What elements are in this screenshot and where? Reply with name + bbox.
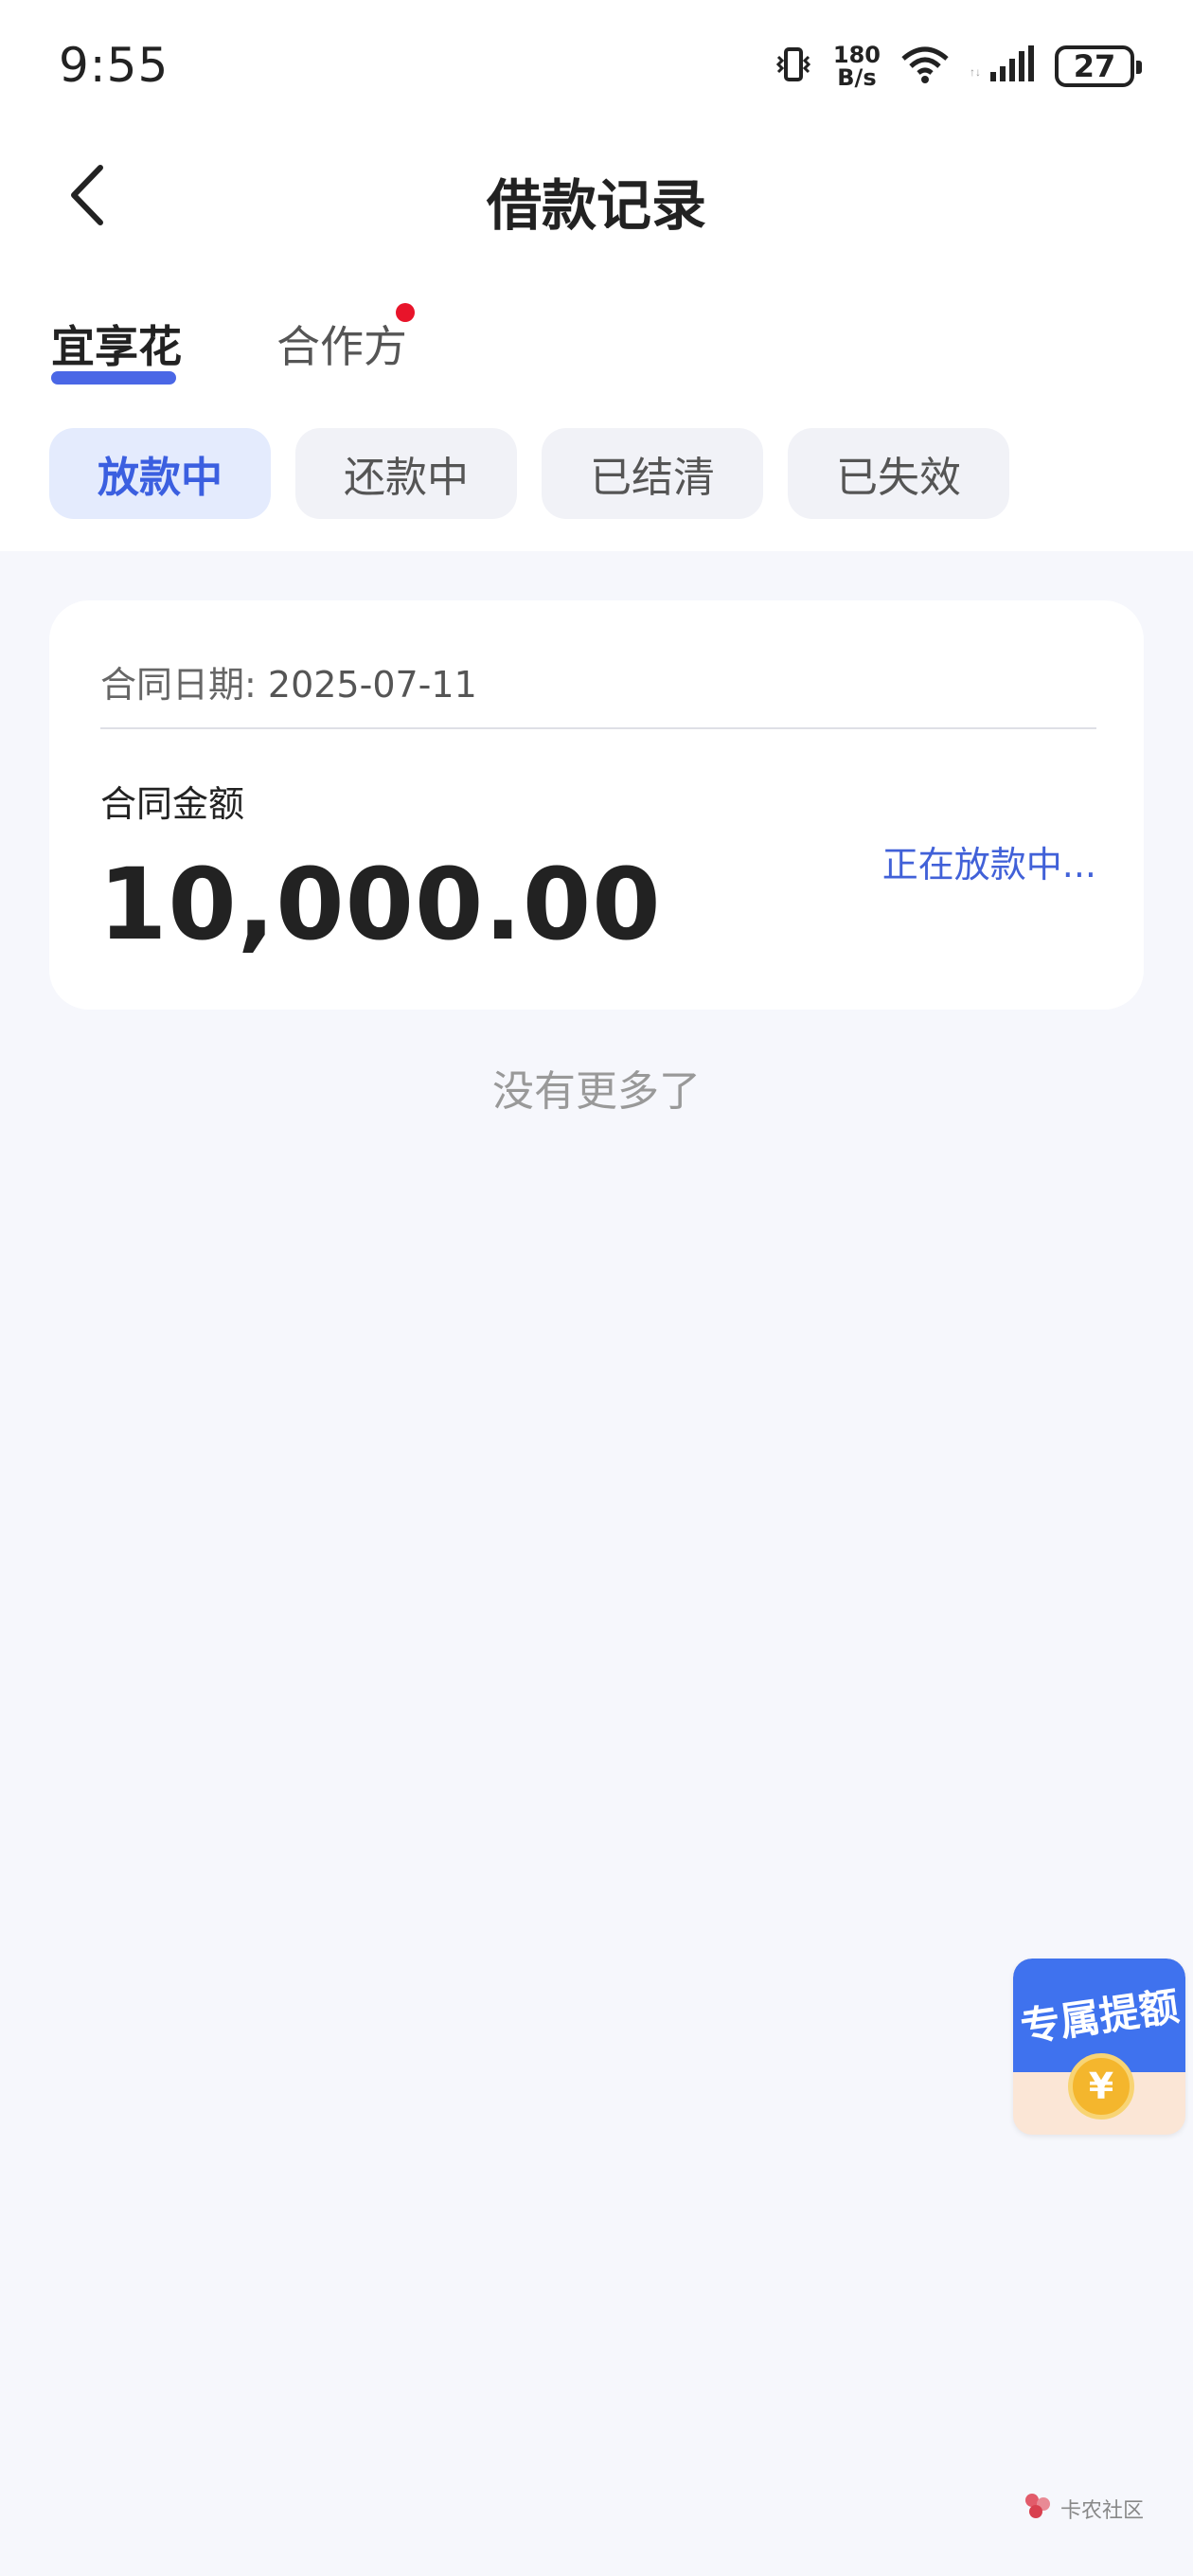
loan-record-card[interactable]: 合同日期: 2025-07-11 合同金额 10,000.00 正在放款中... <box>49 600 1144 1010</box>
wifi-icon <box>899 44 951 89</box>
active-tab-indicator <box>51 371 176 385</box>
card-divider <box>100 727 1096 729</box>
watermark-logo-icon <box>1023 2491 1053 2527</box>
contract-date: 合同日期: 2025-07-11 <box>100 655 477 707</box>
watermark: 卡农社区 <box>1023 2491 1144 2527</box>
tab-partner[interactable]: 合作方 <box>276 313 407 375</box>
contract-amount-value: 10,000.00 <box>98 847 662 962</box>
tab-yixianghua[interactable]: 宜享花 <box>51 313 182 375</box>
filter-repaying[interactable]: 还款中 <box>295 428 517 519</box>
page-title: 借款记录 <box>486 173 706 238</box>
signal-icon: ↑↓ <box>970 44 1036 89</box>
status-time: 9:55 <box>59 38 169 93</box>
contract-date-value: 2025-07-11 <box>267 664 477 706</box>
coin-icon: ¥ <box>1068 2053 1134 2120</box>
svg-text:↑↓: ↑↓ <box>970 65 981 79</box>
battery-indicator: 27 <box>1055 45 1142 87</box>
promo-credit-boost-button[interactable]: 专属提额 ¥ <box>1013 1959 1185 2135</box>
filter-settled[interactable]: 已结清 <box>542 428 763 519</box>
loan-status: 正在放款中... <box>881 844 1096 886</box>
filter-expired[interactable]: 已失效 <box>788 428 1009 519</box>
status-icons: 180 B/s ↑↓ 27 <box>773 38 1142 95</box>
filter-disbursing[interactable]: 放款中 <box>49 428 271 519</box>
network-speed: 180 B/s <box>832 42 881 91</box>
contract-date-label: 合同日期: <box>100 664 257 706</box>
contract-amount-label: 合同金额 <box>100 783 245 825</box>
no-more-hint: 没有更多了 <box>492 1067 701 1116</box>
vibrate-icon <box>773 44 814 89</box>
notification-dot <box>396 303 415 322</box>
watermark-text: 卡农社区 <box>1060 2499 1145 2523</box>
